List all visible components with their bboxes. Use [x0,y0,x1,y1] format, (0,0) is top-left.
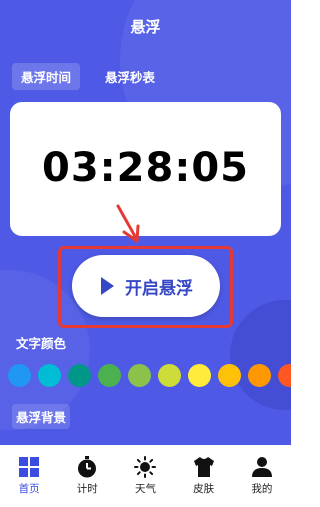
nav-item-home[interactable]: 首页 [0,456,58,496]
person-icon [251,456,273,478]
start-float-button[interactable]: 开启悬浮 [72,255,220,317]
color-swatch[interactable] [128,364,151,387]
color-swatch[interactable] [248,364,271,387]
nav-label: 计时 [76,483,98,495]
color-swatch[interactable] [218,364,241,387]
timer-icon [76,456,98,478]
color-swatch[interactable] [278,364,291,387]
color-swatch[interactable] [158,364,181,387]
color-swatch[interactable] [98,364,121,387]
bottom-nav: 首页 计时 天气 皮肤 我的 [0,445,291,507]
nav-label: 天气 [134,483,156,495]
nav-item-skin[interactable]: 皮肤 [175,456,233,496]
float-background-label: 悬浮背景 [12,404,71,429]
text-color-label: 文字颜色 [16,336,67,351]
color-swatch[interactable] [68,364,91,387]
nav-label: 首页 [18,483,40,495]
nav-item-timer[interactable]: 计时 [58,456,116,496]
nav-label: 皮肤 [193,483,215,495]
nav-item-profile[interactable]: 我的 [233,456,291,496]
color-swatch[interactable] [38,364,61,387]
home-grid-icon [18,456,40,478]
color-swatch-list [8,364,291,387]
nav-item-weather[interactable]: 天气 [116,456,174,496]
app-screen: 悬浮 悬浮时间 悬浮秒表 03:28:05 开启悬浮 文字颜色 悬浮背景 首页 … [0,0,291,507]
shirt-icon [193,456,215,478]
start-float-label: 开启悬浮 [125,278,193,299]
play-icon [101,277,114,295]
sun-icon [134,456,157,478]
color-swatch[interactable] [188,364,211,387]
nav-label: 我的 [251,483,273,495]
color-swatch[interactable] [8,364,31,387]
